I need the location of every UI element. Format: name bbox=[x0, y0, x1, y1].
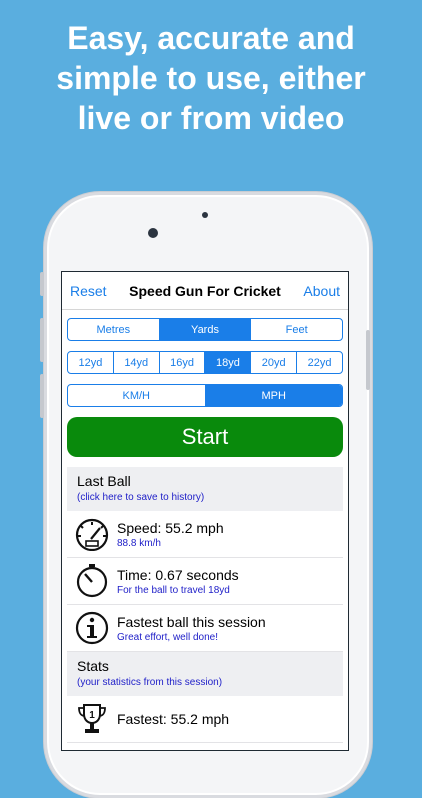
headline-line-1: Easy, accurate and bbox=[67, 20, 355, 56]
stats-fastest-value: Fastest: 55.2 mph bbox=[117, 711, 230, 727]
distance-option-20yd[interactable]: 20yd bbox=[250, 352, 296, 373]
phone-power-button bbox=[366, 330, 370, 390]
headline: Easy, accurate and simple to use, either… bbox=[0, 18, 422, 138]
distance-option-14yd[interactable]: 14yd bbox=[112, 352, 159, 373]
speed-value: Speed: 55.2 mph bbox=[117, 519, 224, 536]
speed-unit-option-kmh[interactable]: KM/H bbox=[68, 385, 205, 406]
phone-volume-up bbox=[40, 318, 44, 362]
info-icon bbox=[67, 610, 117, 646]
last-ball-header[interactable]: Last Ball (click here to save to history… bbox=[67, 467, 343, 511]
headline-line-3: live or from video bbox=[77, 100, 345, 136]
unit-option-metres[interactable]: Metres bbox=[68, 319, 159, 340]
navbar: Reset Speed Gun For Cricket About bbox=[62, 272, 348, 310]
speedometer-icon bbox=[67, 517, 117, 551]
app-screen: Reset Speed Gun For Cricket About Metres… bbox=[61, 271, 349, 751]
phone-mute-switch bbox=[40, 272, 44, 296]
distance-selector: 12yd 14yd 16yd 18yd 20yd 22yd bbox=[67, 351, 343, 374]
headline-line-2: simple to use, either bbox=[56, 60, 366, 96]
fastest-ball-title: Fastest ball this session bbox=[117, 613, 266, 630]
phone-volume-down bbox=[40, 374, 44, 418]
fastest-ball-message: Great effort, well done! bbox=[117, 631, 218, 643]
start-button[interactable]: Start bbox=[67, 417, 343, 457]
speed-row: Speed: 55.2 mph 88.8 km/h bbox=[67, 511, 343, 558]
unit-option-yards[interactable]: Yards bbox=[158, 319, 251, 340]
last-ball-subtitle: (click here to save to history) bbox=[77, 492, 205, 503]
speed-unit-option-mph[interactable]: MPH bbox=[204, 385, 342, 406]
stopwatch-icon bbox=[67, 563, 117, 599]
time-row: Time: 0.67 seconds For the ball to trave… bbox=[67, 558, 343, 605]
stats-header: Stats (your statistics from this session… bbox=[67, 652, 343, 696]
front-camera bbox=[148, 228, 158, 238]
stats-title: Stats bbox=[77, 658, 109, 674]
time-description: For the ball to travel 18yd bbox=[117, 584, 230, 596]
time-value: Time: 0.67 seconds bbox=[117, 566, 239, 583]
unit-selector: Metres Yards Feet bbox=[67, 318, 343, 341]
trophy-icon: 1 bbox=[67, 702, 117, 736]
fastest-ball-row: Fastest ball this session Great effort, … bbox=[67, 605, 343, 652]
distance-option-22yd[interactable]: 22yd bbox=[296, 352, 342, 373]
distance-option-16yd[interactable]: 16yd bbox=[158, 352, 205, 373]
distance-option-12yd[interactable]: 12yd bbox=[68, 352, 113, 373]
stats-fastest-row: 1 Fastest: 55.2 mph bbox=[67, 696, 343, 743]
nav-title: Speed Gun For Cricket bbox=[129, 282, 281, 299]
proximity-sensor bbox=[202, 212, 208, 218]
last-ball-title: Last Ball bbox=[77, 473, 131, 489]
stats-subtitle: (your statistics from this session) bbox=[77, 677, 223, 688]
speed-kmh: 88.8 km/h bbox=[117, 537, 161, 549]
svg-text:1: 1 bbox=[89, 710, 95, 721]
distance-option-18yd[interactable]: 18yd bbox=[204, 352, 251, 373]
speed-unit-selector: KM/H MPH bbox=[67, 384, 343, 407]
reset-button[interactable]: Reset bbox=[70, 283, 107, 299]
unit-option-feet[interactable]: Feet bbox=[250, 319, 342, 340]
about-button[interactable]: About bbox=[303, 283, 340, 299]
